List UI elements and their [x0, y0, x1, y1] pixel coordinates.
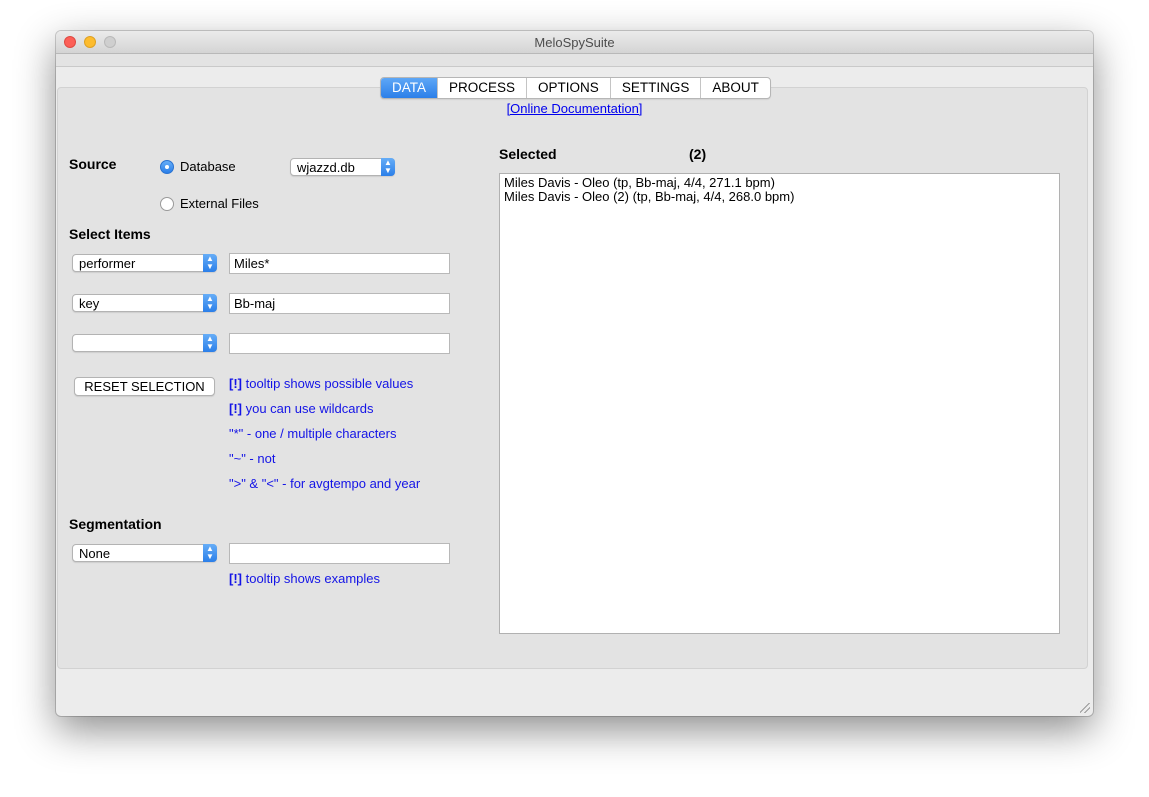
hint-mark: [!] — [229, 401, 242, 416]
external-files-radio-row[interactable]: External Files — [160, 196, 259, 211]
hint-tilde-not: "~" - not — [229, 451, 276, 466]
field-select-2[interactable]: key ▲ ▼ — [72, 294, 217, 312]
tab-settings[interactable]: SETTINGS — [611, 78, 702, 98]
selected-count: (2) — [689, 146, 707, 162]
title-bar: MeloSpySuite — [56, 31, 1093, 54]
online-documentation-link: [Online Documentation] — [56, 101, 1093, 116]
hint-text: you can use wildcards — [242, 401, 374, 416]
selected-label: Selected — [499, 146, 557, 162]
chevron-updown-icon: ▲ ▼ — [203, 334, 217, 352]
field-value-input-3[interactable] — [229, 333, 450, 354]
toolbar-strip — [56, 54, 1093, 67]
hint-star-wildcard: "*" - one / multiple characters — [229, 426, 397, 441]
field-select-1-value: performer — [79, 256, 136, 271]
reset-selection-button[interactable]: RESET SELECTION — [74, 377, 215, 396]
database-file-value: wjazzd.db — [297, 160, 355, 175]
chevron-updown-icon: ▲ ▼ — [381, 158, 395, 176]
online-documentation-link-text[interactable]: [Online Documentation] — [507, 101, 643, 116]
hint-wildcards: [!] you can use wildcards — [229, 401, 374, 416]
hint-mark: [!] — [229, 571, 242, 586]
tab-data[interactable]: DATA — [381, 78, 439, 98]
chevron-updown-icon: ▲ ▼ — [203, 544, 217, 562]
tab-about[interactable]: ABOUT — [701, 78, 770, 98]
database-radio[interactable] — [160, 159, 174, 174]
segmentation-select[interactable]: None ▲ ▼ — [72, 544, 217, 562]
hint-text: tooltip shows possible values — [242, 376, 414, 391]
tab-options[interactable]: OPTIONS — [527, 78, 611, 98]
hint-comparison: ">" & "<" - for avgtempo and year — [229, 476, 421, 491]
field-select-3[interactable]: ▲ ▼ — [72, 334, 217, 352]
selected-list[interactable]: Miles Davis - Oleo (tp, Bb-maj, 4/4, 271… — [499, 173, 1060, 634]
field-value-input-2[interactable] — [229, 293, 450, 314]
hint-possible-values: [!] tooltip shows possible values — [229, 376, 413, 391]
list-item[interactable]: Miles Davis - Oleo (2) (tp, Bb-maj, 4/4,… — [504, 190, 1055, 204]
external-files-radio[interactable] — [160, 196, 174, 211]
window-title: MeloSpySuite — [534, 35, 615, 50]
segmentation-select-value: None — [79, 546, 111, 561]
source-label: Source — [69, 156, 117, 172]
segmentation-input[interactable] — [229, 543, 450, 564]
tab-bar: DATA PROCESS OPTIONS SETTINGS ABOUT — [380, 77, 771, 99]
hint-segmentation-examples: [!] tooltip shows examples — [229, 571, 380, 586]
app-window: MeloSpySuite DATA PROCESS OPTIONS SETTIN… — [56, 31, 1093, 716]
hint-mark: [!] — [229, 376, 242, 391]
field-value-input-1[interactable] — [229, 253, 450, 274]
database-radio-row[interactable]: Database — [160, 159, 236, 174]
external-files-radio-label: External Files — [180, 196, 259, 211]
chevron-updown-icon: ▲ ▼ — [203, 254, 217, 272]
database-radio-label: Database — [180, 159, 236, 174]
segmentation-label: Segmentation — [69, 516, 162, 532]
resize-grip-icon[interactable] — [1080, 703, 1090, 713]
tab-process[interactable]: PROCESS — [438, 78, 528, 98]
field-select-1[interactable]: performer ▲ ▼ — [72, 254, 217, 272]
select-items-label: Select Items — [69, 226, 151, 242]
field-select-2-value: key — [79, 296, 100, 311]
list-item[interactable]: Miles Davis - Oleo (tp, Bb-maj, 4/4, 271… — [504, 176, 1055, 190]
database-file-select[interactable]: wjazzd.db ▲ ▼ — [290, 158, 395, 176]
chevron-updown-icon: ▲ ▼ — [203, 294, 217, 312]
hint-text: tooltip shows examples — [242, 571, 381, 586]
